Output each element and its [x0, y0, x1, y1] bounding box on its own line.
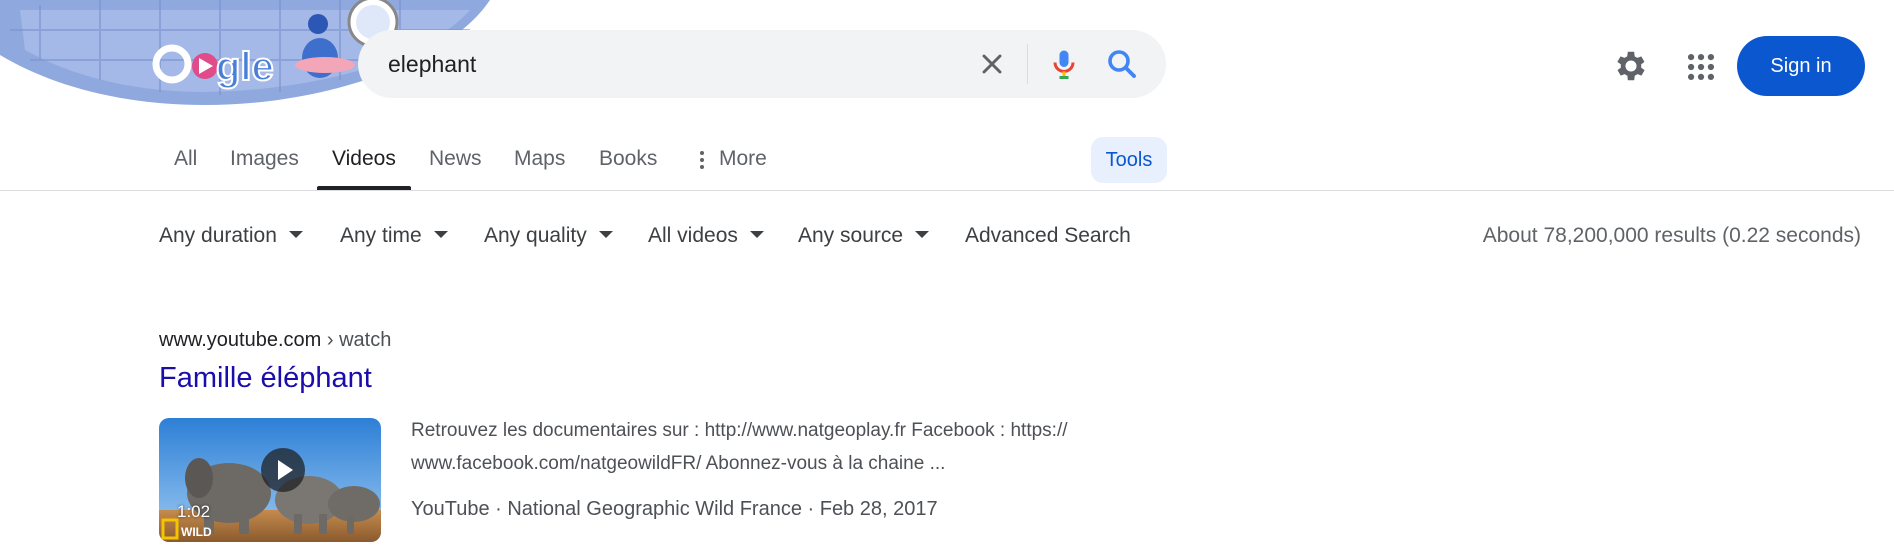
filter-source[interactable]: Any source [798, 222, 930, 250]
header-divider [0, 190, 1894, 191]
search-input[interactable]: elephant [388, 30, 476, 98]
filter-videos[interactable]: All videos [648, 222, 764, 250]
more-vert-icon[interactable] [694, 149, 710, 171]
filter-time-label: Any time [340, 224, 422, 247]
caret-down-icon [749, 230, 764, 238]
search-box[interactable]: elephant [358, 30, 1166, 98]
video-duration: 1:02 [177, 502, 211, 521]
tab-more[interactable]: More [719, 146, 767, 190]
play-icon[interactable] [261, 448, 305, 492]
video-thumbnail[interactable]: WILD 1:02 [159, 418, 381, 542]
caret-down-icon [598, 230, 613, 238]
filter-duration[interactable]: Any duration [159, 222, 303, 250]
sign-in-button[interactable]: Sign in [1737, 36, 1865, 96]
result-site: www.youtube.com [159, 329, 322, 351]
gear-icon[interactable] [1612, 47, 1650, 85]
result-cite[interactable]: www.youtube.com › watch [159, 329, 391, 352]
search-icon[interactable] [1104, 46, 1140, 82]
tab-maps[interactable]: Maps [514, 146, 565, 190]
svg-text:WILD: WILD [181, 525, 212, 539]
close-icon[interactable] [976, 48, 1008, 80]
result-snippet: Retrouvez les documentaires sur : http:/… [411, 420, 1068, 474]
caret-down-icon [915, 230, 930, 238]
filter-videos-label: All videos [648, 224, 738, 247]
filter-source-label: Any source [798, 224, 904, 247]
result-path: › watch [321, 329, 392, 351]
microphone-icon[interactable] [1046, 46, 1082, 82]
result-title-link[interactable]: Famille éléphant [159, 362, 372, 395]
tab-videos[interactable]: Videos [332, 146, 396, 190]
filter-duration-label: Any duration [159, 224, 277, 247]
tab-images[interactable]: Images [230, 146, 299, 190]
tools-button[interactable]: Tools [1091, 137, 1167, 183]
filter-quality[interactable]: Any quality [484, 222, 613, 250]
caret-down-icon [433, 230, 448, 238]
results-stats: About 78,200,000 results (0.22 seconds) [1482, 224, 1861, 247]
svg-text:gle: gle [216, 45, 274, 89]
result-meta: YouTube · National Geographic Wild Franc… [411, 498, 938, 520]
search-divider [1027, 44, 1028, 84]
filter-time[interactable]: Any time [340, 222, 448, 250]
filter-quality-label: Any quality [484, 224, 587, 247]
caret-down-icon [288, 230, 303, 238]
tab-news[interactable]: News [429, 146, 482, 190]
tab-all[interactable]: All [174, 146, 197, 190]
advanced-search-link[interactable]: Advanced Search [965, 222, 1131, 250]
apps-grid-icon[interactable] [1684, 50, 1718, 84]
tab-books[interactable]: Books [599, 146, 657, 190]
